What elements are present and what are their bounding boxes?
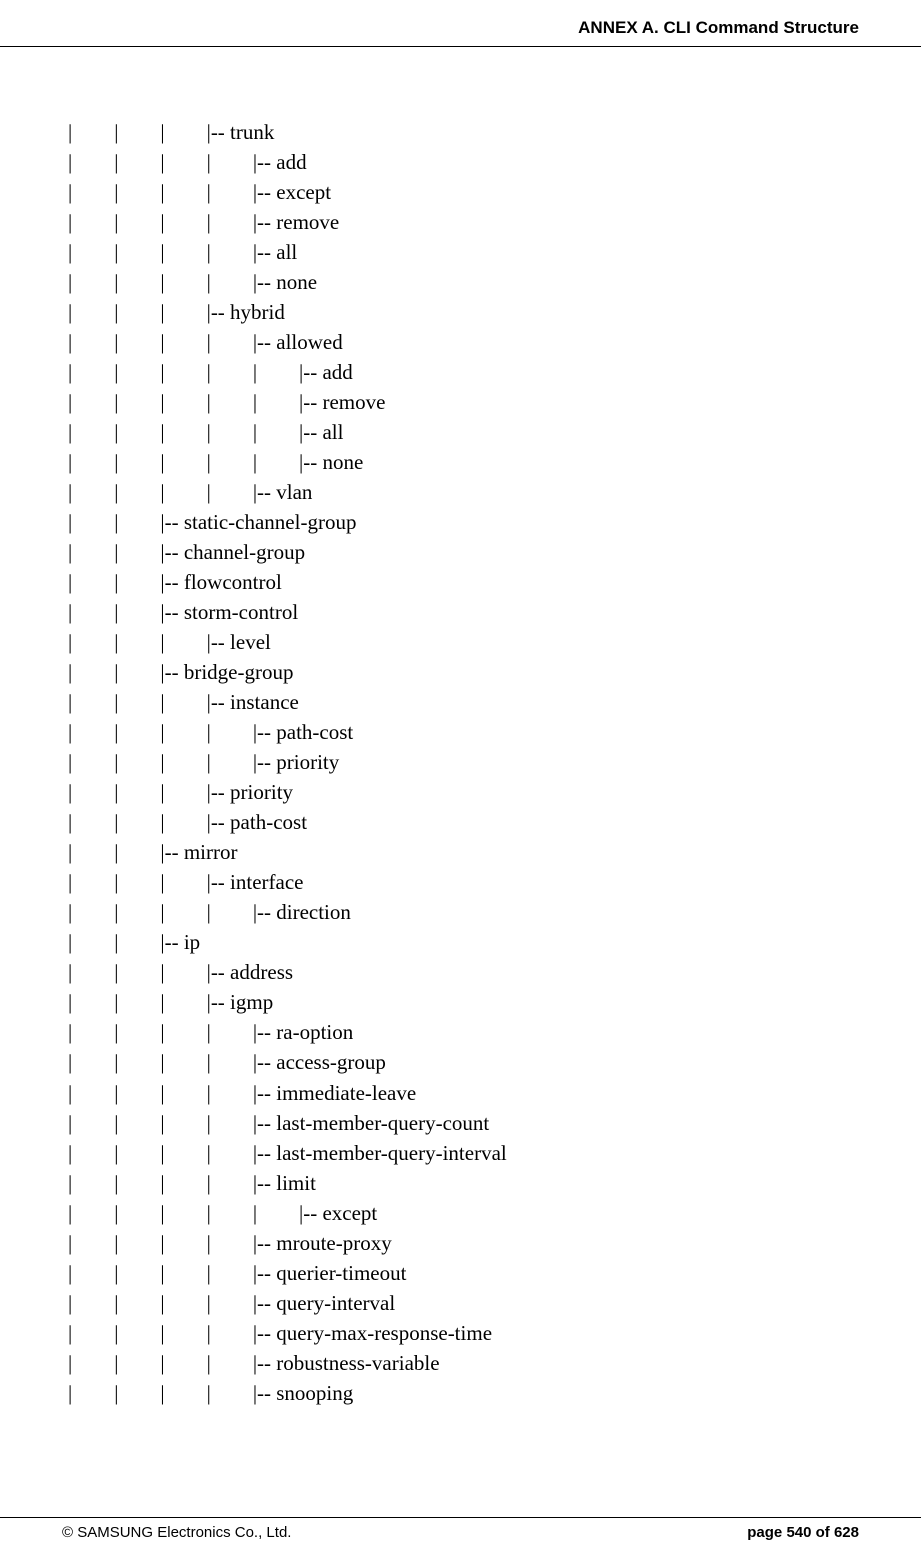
tree-line: | | | | |-- last-member-query-count [68, 1108, 861, 1138]
tree-line: | | | | | |-- all [68, 417, 861, 447]
tree-line: | | | | | |-- none [68, 447, 861, 477]
tree-line: | | | | |-- add [68, 147, 861, 177]
tree-line: | | | |-- hybrid [68, 297, 861, 327]
page-footer: © SAMSUNG Electronics Co., Ltd. page 540… [0, 1517, 921, 1541]
header-title: ANNEX A. CLI Command Structure [578, 18, 859, 37]
footer-copyright: © SAMSUNG Electronics Co., Ltd. [62, 1524, 291, 1541]
tree-line: | | | | |-- all [68, 237, 861, 267]
tree-line: | | |-- flowcontrol [68, 567, 861, 597]
cli-tree-content: | | | |-- trunk| | | | |-- add| | | | |-… [0, 47, 921, 1408]
tree-line: | | | | |-- querier-timeout [68, 1258, 861, 1288]
tree-line: | | |-- ip [68, 927, 861, 957]
tree-line: | | | |-- level [68, 627, 861, 657]
tree-line: | | |-- storm-control [68, 597, 861, 627]
tree-line: | | |-- static-channel-group [68, 507, 861, 537]
tree-line: | | | |-- priority [68, 777, 861, 807]
tree-line: | | | |-- trunk [68, 117, 861, 147]
tree-line: | | | | |-- mroute-proxy [68, 1228, 861, 1258]
tree-line: | | | | |-- path-cost [68, 717, 861, 747]
tree-line: | | | |-- instance [68, 687, 861, 717]
tree-line: | | |-- bridge-group [68, 657, 861, 687]
tree-line: | | | | |-- last-member-query-interval [68, 1138, 861, 1168]
tree-line: | | | | |-- except [68, 177, 861, 207]
tree-line: | | | | |-- snooping [68, 1378, 861, 1408]
tree-line: | | | |-- igmp [68, 987, 861, 1017]
tree-line: | | | |-- path-cost [68, 807, 861, 837]
footer-page-number: page 540 of 628 [747, 1524, 859, 1541]
tree-line: | | | | |-- remove [68, 207, 861, 237]
tree-line: | | | | |-- limit [68, 1168, 861, 1198]
tree-line: | | | | |-- vlan [68, 477, 861, 507]
tree-line: | | | | |-- priority [68, 747, 861, 777]
tree-line: | | | | | |-- remove [68, 387, 861, 417]
page-header: ANNEX A. CLI Command Structure [0, 0, 921, 47]
tree-line: | | | |-- address [68, 957, 861, 987]
tree-line: | | | | |-- ra-option [68, 1017, 861, 1047]
tree-line: | | | | |-- query-max-response-time [68, 1318, 861, 1348]
tree-line: | | | | |-- access-group [68, 1047, 861, 1077]
tree-line: | | | | |-- robustness-variable [68, 1348, 861, 1378]
tree-line: | | |-- channel-group [68, 537, 861, 567]
tree-line: | | |-- mirror [68, 837, 861, 867]
tree-line: | | | | | |-- except [68, 1198, 861, 1228]
tree-line: | | | | |-- direction [68, 897, 861, 927]
tree-line: | | | | |-- immediate-leave [68, 1078, 861, 1108]
tree-line: | | | | | |-- add [68, 357, 861, 387]
tree-line: | | | | |-- none [68, 267, 861, 297]
tree-line: | | | |-- interface [68, 867, 861, 897]
tree-line: | | | | |-- allowed [68, 327, 861, 357]
tree-line: | | | | |-- query-interval [68, 1288, 861, 1318]
